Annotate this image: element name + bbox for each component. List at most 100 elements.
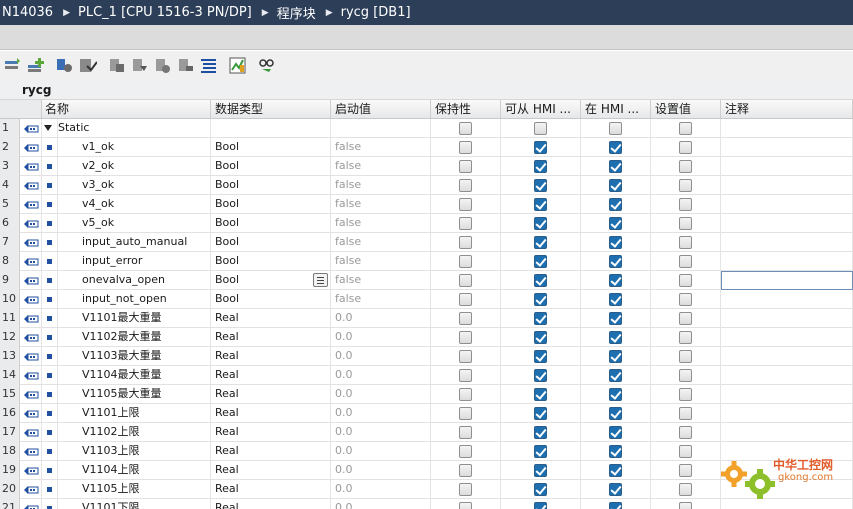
- table-row[interactable]: 5 v4_ok Bool false: [0, 195, 853, 214]
- setpoint-checkbox[interactable]: [679, 160, 692, 173]
- hmi-access-checkbox[interactable]: [534, 293, 547, 306]
- hmi-visible-checkbox[interactable]: [609, 388, 622, 401]
- variable-name[interactable]: onevalva_open: [58, 271, 211, 290]
- hmi-visible-checkbox[interactable]: [609, 236, 622, 249]
- setpoint-checkbox[interactable]: [679, 483, 692, 496]
- variable-name[interactable]: V1103上限: [58, 442, 211, 461]
- breadcrumb-folder[interactable]: 程序块: [277, 3, 316, 22]
- retain-checkbox[interactable]: [459, 160, 472, 173]
- setpoint-checkbox[interactable]: [679, 350, 692, 363]
- hmi-visible-checkbox[interactable]: [609, 198, 622, 211]
- comment-cell[interactable]: [721, 366, 853, 385]
- start-value[interactable]: 0.0: [331, 442, 431, 461]
- table-row[interactable]: 13 V1103最大重量 Real 0.0: [0, 347, 853, 366]
- variable-name[interactable]: input_not_open: [58, 290, 211, 309]
- table-row[interactable]: 11 V1101最大重量 Real 0.0: [0, 309, 853, 328]
- setpoint-checkbox[interactable]: [679, 293, 692, 306]
- collapse-icon[interactable]: [42, 119, 58, 138]
- hmi-access-checkbox[interactable]: [534, 388, 547, 401]
- hmi-visible-checkbox[interactable]: [609, 407, 622, 420]
- comment-cell[interactable]: [721, 385, 853, 404]
- hmi-visible-checkbox[interactable]: [609, 445, 622, 458]
- hmi-visible-checkbox[interactable]: [609, 312, 622, 325]
- variable-datatype[interactable]: Real: [211, 309, 331, 328]
- variable-name[interactable]: v2_ok: [58, 157, 211, 176]
- start-value[interactable]: 0.0: [331, 385, 431, 404]
- retain-checkbox[interactable]: [459, 217, 472, 230]
- table-row[interactable]: 10 input_not_open Bool false: [0, 290, 853, 309]
- table-row[interactable]: 17 V1102上限 Real 0.0: [0, 423, 853, 442]
- table-row[interactable]: 4 v3_ok Bool false: [0, 176, 853, 195]
- hmi-access-checkbox[interactable]: [534, 445, 547, 458]
- start-value[interactable]: [331, 119, 431, 138]
- header-retain[interactable]: 保持性: [431, 100, 501, 118]
- comment-cell[interactable]: [721, 309, 853, 328]
- comment-cell[interactable]: [721, 404, 853, 423]
- insert-row-icon[interactable]: [3, 56, 22, 75]
- variable-name[interactable]: V1105上限: [58, 480, 211, 499]
- hmi-access-checkbox[interactable]: [534, 369, 547, 382]
- variable-datatype[interactable]: Bool: [211, 176, 331, 195]
- retain-checkbox[interactable]: [459, 483, 472, 496]
- retain-checkbox[interactable]: [459, 293, 472, 306]
- hmi-visible-checkbox[interactable]: [609, 141, 622, 154]
- setpoint-checkbox[interactable]: [679, 274, 692, 287]
- start-value[interactable]: 0.0: [331, 461, 431, 480]
- variable-name[interactable]: v1_ok: [58, 138, 211, 157]
- setpoint-checkbox[interactable]: [679, 255, 692, 268]
- header-name[interactable]: 名称: [42, 100, 211, 118]
- hmi-visible-checkbox[interactable]: [609, 217, 622, 230]
- table-row[interactable]: 12 V1102最大重量 Real 0.0: [0, 328, 853, 347]
- table-row[interactable]: 7 input_auto_manual Bool false: [0, 233, 853, 252]
- comment-cell[interactable]: [721, 423, 853, 442]
- start-value[interactable]: false: [331, 252, 431, 271]
- expand-icon[interactable]: [55, 56, 74, 75]
- start-value[interactable]: 0.0: [331, 366, 431, 385]
- variable-datatype[interactable]: Bool: [211, 195, 331, 214]
- hmi-access-checkbox[interactable]: [534, 350, 547, 363]
- hmi-access-checkbox[interactable]: [534, 331, 547, 344]
- comment-cell[interactable]: [721, 138, 853, 157]
- comment-cell[interactable]: [721, 252, 853, 271]
- retain-checkbox[interactable]: [459, 331, 472, 344]
- breadcrumb-project[interactable]: N14036: [2, 5, 53, 20]
- setpoint-checkbox[interactable]: [679, 122, 692, 135]
- start-value[interactable]: 0.0: [331, 423, 431, 442]
- variable-name[interactable]: V1101上限: [58, 404, 211, 423]
- table-row[interactable]: 9 onevalva_open Bool false: [0, 271, 853, 290]
- hmi-visible-checkbox[interactable]: [609, 426, 622, 439]
- table-row[interactable]: 2 v1_ok Bool false: [0, 138, 853, 157]
- breadcrumb-plc[interactable]: PLC_1 [CPU 1516-3 PN/DP]: [78, 5, 252, 20]
- variable-datatype[interactable]: Real: [211, 423, 331, 442]
- retain-checkbox[interactable]: [459, 502, 472, 509]
- setpoint-checkbox[interactable]: [679, 502, 692, 509]
- hmi-access-checkbox[interactable]: [534, 464, 547, 477]
- setpoint-checkbox[interactable]: [679, 464, 692, 477]
- retain-checkbox[interactable]: [459, 350, 472, 363]
- setpoint-checkbox[interactable]: [679, 445, 692, 458]
- hmi-visible-checkbox[interactable]: [609, 160, 622, 173]
- variable-datatype[interactable]: Bool: [211, 214, 331, 233]
- hmi-access-checkbox[interactable]: [534, 274, 547, 287]
- hmi-visible-checkbox[interactable]: [609, 293, 622, 306]
- hmi-visible-checkbox[interactable]: [609, 255, 622, 268]
- retain-checkbox[interactable]: [459, 141, 472, 154]
- hmi-access-checkbox[interactable]: [534, 198, 547, 211]
- variable-datatype[interactable]: Bool: [211, 157, 331, 176]
- comment-cell[interactable]: [721, 290, 853, 309]
- variable-datatype[interactable]: Real: [211, 499, 331, 509]
- load-snapshot-icon[interactable]: [130, 56, 149, 75]
- variable-name[interactable]: Static: [58, 119, 211, 138]
- retain-checkbox[interactable]: [459, 426, 472, 439]
- variable-name[interactable]: V1104最大重量: [58, 366, 211, 385]
- table-row[interactable]: 16 V1101上限 Real 0.0: [0, 404, 853, 423]
- variable-datatype[interactable]: Real: [211, 480, 331, 499]
- variable-name[interactable]: v5_ok: [58, 214, 211, 233]
- retain-checkbox[interactable]: [459, 179, 472, 192]
- variable-name[interactable]: V1104上限: [58, 461, 211, 480]
- hmi-access-checkbox[interactable]: [534, 483, 547, 496]
- hmi-access-checkbox[interactable]: [534, 141, 547, 154]
- hmi-visible-checkbox[interactable]: [609, 502, 622, 509]
- start-value[interactable]: false: [331, 176, 431, 195]
- variable-name[interactable]: V1101下限: [58, 499, 211, 509]
